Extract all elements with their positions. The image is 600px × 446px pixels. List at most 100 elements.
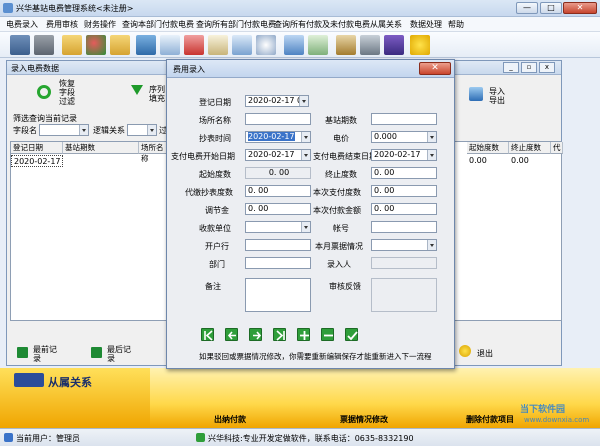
col-header-more[interactable]: 代 <box>551 142 563 154</box>
child-close-button[interactable]: x <box>539 62 555 73</box>
grid-cell-date[interactable]: 2020-02-17 <box>11 155 63 167</box>
start-deg-input[interactable]: 0. 00 <box>245 167 311 179</box>
exit-icon[interactable] <box>459 345 471 357</box>
printer-icon[interactable] <box>34 35 54 55</box>
site-input[interactable] <box>245 113 311 125</box>
entry-input[interactable] <box>371 257 437 269</box>
pay-deg-label: 本次支付度数 <box>313 188 361 197</box>
menu-item-query-paid-unpaid[interactable]: 查询所有付款及未付款电费 <box>274 19 370 30</box>
pen-icon[interactable] <box>308 35 328 55</box>
search-doc-icon[interactable] <box>232 35 252 55</box>
pay-end-value: 2020-02-17 <box>374 150 421 159</box>
first-record-icon[interactable] <box>17 347 28 358</box>
workflow-note: 如果驳回或票据情况修改，你需要重新编辑保存才能重新进入下一流程 <box>199 352 432 361</box>
ticket-label: 本月票据情况 <box>315 242 363 251</box>
restore-filter-label: 恢复 字段 过滤 <box>59 79 75 106</box>
menu-item-entry[interactable]: 电费录入 <box>6 19 38 30</box>
cashier-pay-link[interactable]: 出纳付款 <box>214 414 246 425</box>
field-select[interactable] <box>39 124 89 136</box>
pay-amount-input[interactable]: 0. 00 <box>371 203 437 215</box>
col-header-end-deg[interactable]: 终止度数 <box>509 142 551 154</box>
import-export-icon <box>469 87 483 101</box>
proxy-deg-input[interactable]: 0. 00 <box>245 185 311 197</box>
bank-label: 开户行 <box>205 242 229 251</box>
logic-select[interactable] <box>127 124 157 136</box>
skip-first-icon <box>204 330 213 341</box>
next-record-dialog-button[interactable] <box>249 328 262 341</box>
col-header-reg-date[interactable]: 登记日期 <box>11 142 63 154</box>
ticket-select[interactable] <box>371 239 437 251</box>
run-exit-icon[interactable] <box>410 35 430 55</box>
reg-date-input[interactable]: 2020-02-17 08:4 <box>245 95 309 107</box>
last-record-button[interactable]: 最后记 录 <box>107 345 131 363</box>
magnifier-icon[interactable] <box>256 35 276 55</box>
child-minimize-button[interactable]: _ <box>503 62 519 73</box>
users-icon[interactable] <box>86 35 106 55</box>
first-record-dialog-button[interactable] <box>201 328 214 341</box>
folder-open-icon[interactable] <box>110 35 130 55</box>
audit-textarea[interactable] <box>371 278 437 312</box>
dialog-close-button[interactable]: ✕ <box>419 62 451 75</box>
read-time-input[interactable]: 2020-02-17 <box>245 131 311 143</box>
last-record-dialog-button[interactable] <box>273 328 286 341</box>
first-record-button[interactable]: 最前记 录 <box>33 345 57 363</box>
delete-record-button[interactable] <box>321 328 334 341</box>
last-record-icon[interactable] <box>91 347 102 358</box>
document-stack-icon[interactable] <box>136 35 156 55</box>
col-header-period[interactable]: 基站期数 <box>63 142 139 154</box>
expense-entry-dialog: 费用录入 ✕ 登记日期 2020-02-17 08:4 场所名称 基站期数 抄表… <box>166 59 455 369</box>
pay-deg-input[interactable]: 0. 00 <box>371 185 437 197</box>
menu-item-audit[interactable]: 费用审核 <box>46 19 78 30</box>
grid-cell-end-deg[interactable]: 0.00 <box>509 155 551 167</box>
filter-title: 筛选查询当前记录 <box>13 114 77 123</box>
relations-banner[interactable]: 从属关系 <box>0 368 150 428</box>
menu-item-query-all[interactable]: 查询所有部门付款电费 <box>196 19 276 30</box>
ticket-edit-link[interactable]: 票据情况修改 <box>340 414 388 425</box>
save-record-button[interactable] <box>345 328 358 341</box>
notes-icon[interactable] <box>208 35 228 55</box>
picture-icon[interactable] <box>336 35 356 55</box>
delete-pay-item-link[interactable]: 删除付款项目 <box>466 414 514 425</box>
skip-last-icon <box>276 330 285 341</box>
menu-item-help[interactable]: 帮助 <box>448 19 464 30</box>
close-button[interactable]: ✕ <box>563 2 597 14</box>
end-deg-input[interactable]: 0. 00 <box>371 167 437 179</box>
site-label: 场所名称 <box>199 116 231 125</box>
menu-item-finance[interactable]: 财务操作 <box>84 19 116 30</box>
arrow-down-icon <box>131 85 143 95</box>
user-icon <box>4 433 13 442</box>
pay-end-input[interactable]: 2020-02-17 <box>371 149 437 161</box>
bank-input[interactable] <box>245 239 311 251</box>
adjust-input[interactable]: 0. 00 <box>245 203 311 215</box>
child-restore-button[interactable]: ▫ <box>521 62 537 73</box>
account-input[interactable] <box>371 221 437 233</box>
pencil-icon[interactable] <box>360 35 380 55</box>
grid-cell-start-deg[interactable]: 0.00 <box>467 155 509 167</box>
edit-list-icon[interactable] <box>160 35 180 55</box>
maximize-button[interactable]: □ <box>540 2 562 14</box>
book-icon[interactable] <box>384 35 404 55</box>
payee-select[interactable] <box>245 221 311 233</box>
toolbar <box>0 32 600 58</box>
period-input[interactable] <box>371 113 437 125</box>
dept-input[interactable] <box>245 257 311 269</box>
umbrella-icon[interactable] <box>184 35 204 55</box>
price-input[interactable]: 0.000 <box>371 131 437 143</box>
prev-record-dialog-button[interactable] <box>225 328 238 341</box>
add-record-button[interactable] <box>297 328 310 341</box>
entry-label: 录入人 <box>327 260 351 269</box>
menu-item-relations[interactable]: 从属关系 <box>370 19 402 30</box>
remark-textarea[interactable] <box>245 278 311 312</box>
monitor-icon[interactable] <box>10 35 30 55</box>
menu-item-data[interactable]: 数据处理 <box>410 19 442 30</box>
pay-start-input[interactable]: 2020-02-17 <box>245 149 311 161</box>
exit-button[interactable]: 退出 <box>477 349 493 358</box>
menu-item-query-dept[interactable]: 查询本部门付款电费 <box>122 19 194 30</box>
bell-icon[interactable] <box>284 35 304 55</box>
pay-end-label: 支付电费结束日期 <box>313 152 377 161</box>
pay-amount-label: 本次付款金额 <box>313 206 361 215</box>
folder-icon[interactable] <box>62 35 82 55</box>
col-header-start-deg[interactable]: 起始度数 <box>467 142 509 154</box>
minimize-button[interactable]: — <box>516 2 538 14</box>
status-bar: 当前用户：管理员 兴华科技:专业开发定做软件，联系电话：0635-8332190 <box>0 428 600 446</box>
